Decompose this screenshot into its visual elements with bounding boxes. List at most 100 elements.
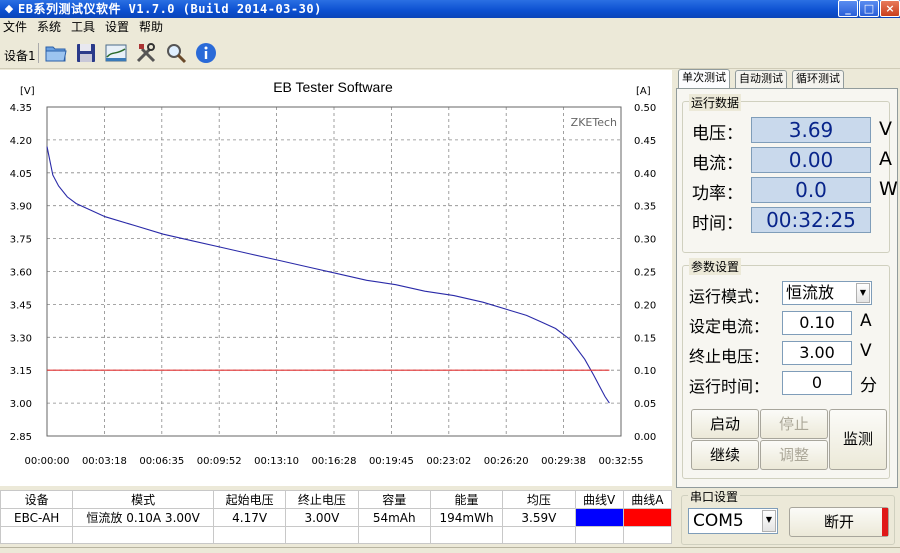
mode-label: 运行模式： <box>689 287 770 306</box>
power-unit: W <box>879 178 898 200</box>
col-mode: 模式 <box>72 490 214 509</box>
menu-settings[interactable]: 设置 <box>105 20 129 34</box>
adjust-button[interactable]: 调整 <box>760 440 828 470</box>
y-tick-left: 3.60 <box>10 268 32 279</box>
continue-button[interactable]: 继续 <box>691 440 759 470</box>
x-tick: 00:26:20 <box>484 456 529 467</box>
info-icon[interactable] <box>194 41 218 65</box>
y-tick-right: 0.35 <box>634 202 656 213</box>
y-tick-left: 4.20 <box>10 136 32 147</box>
x-tick: 00:19:45 <box>369 456 414 467</box>
chart-watermark: ZKETech <box>571 116 617 129</box>
port-value: COM5 <box>693 511 744 531</box>
params-group: 参数设置 运行模式： 恒流放 ▼ 设定电流： 0.10 A 终止电压： 3.00… <box>682 258 890 479</box>
run-time-unit: 分 <box>860 376 877 396</box>
y-tick-left: 4.05 <box>10 169 32 180</box>
chart-series <box>46 146 610 404</box>
disconnect-label: 断开 <box>823 513 854 531</box>
x-tick: 00:06:35 <box>139 456 184 467</box>
device-label[interactable]: 设备1 <box>4 47 36 64</box>
run-time-label: 运行时间： <box>689 377 770 396</box>
x-tick: 00:03:18 <box>82 456 127 467</box>
y-tick-right: 0.05 <box>634 399 656 410</box>
curve-v-color-swatch[interactable] <box>574 508 624 527</box>
tools-icon[interactable] <box>134 41 158 65</box>
mode-value: 恒流放 <box>786 283 835 302</box>
x-tick: 00:13:10 <box>254 456 299 467</box>
tab-page: 运行数据 电压： 3.69 V 电流： 0.00 A 功率： 0.0 W 时间：… <box>676 88 898 488</box>
start-button[interactable]: 启动 <box>691 409 759 439</box>
col-start-voltage: 起始电压 <box>212 490 287 509</box>
chart-ticks: 4.35 0.50 4.20 0.45 4.05 0.40 3.90 0.35 3.75 0.30… <box>10 103 657 467</box>
set-current-input[interactable]: 0.10 <box>782 311 852 335</box>
y-tick-right: 0.20 <box>634 300 656 311</box>
chart-view-icon[interactable] <box>104 41 128 65</box>
run-time-input[interactable]: 0 <box>782 371 852 395</box>
menu-help[interactable]: 帮助 <box>139 20 163 34</box>
col-end-voltage: 终止电压 <box>285 490 359 509</box>
cell-energy: 194mWh <box>429 508 504 527</box>
y-tick-left: 3.75 <box>10 235 32 246</box>
chart-title: EB Tester Software <box>273 79 393 95</box>
mode-select[interactable]: 恒流放 ▼ <box>782 281 872 305</box>
toolbar: 设备1 <box>0 37 900 69</box>
disconnect-button[interactable]: 断开 <box>789 507 889 537</box>
params-title: 参数设置 <box>689 258 742 275</box>
table-row[interactable]: EBC-AH 恒流放 0.10A 3.00V 4.17V 3.00V 54mAh… <box>0 508 673 527</box>
cell-avg-voltage: 3.59V <box>502 508 576 527</box>
menu-tools[interactable]: 工具 <box>71 20 95 34</box>
y-tick-right: 0.45 <box>634 136 656 147</box>
chevron-down-icon[interactable]: ▼ <box>856 283 870 303</box>
voltage-series-line <box>46 146 610 404</box>
menu-system[interactable]: 系统 <box>37 20 61 34</box>
run-data-group: 运行数据 电压： 3.69 V 电流： 0.00 A 功率： 0.0 W 时间：… <box>682 94 898 253</box>
tab-cycle-test[interactable]: 循环测试 <box>792 70 844 88</box>
y-tick-right: 0.25 <box>634 268 656 279</box>
curve-a-color-swatch[interactable] <box>622 508 673 527</box>
chart-grid <box>46 106 622 437</box>
close-button[interactable]: × <box>880 0 900 17</box>
end-voltage-unit: V <box>860 341 872 361</box>
power-label: 功率： <box>692 184 743 204</box>
current-label: 电流： <box>692 154 743 174</box>
chevron-down-icon[interactable]: ▼ <box>762 510 776 532</box>
col-curve-v: 曲线V <box>574 490 624 509</box>
tab-single-test[interactable]: 单次测试 <box>678 69 730 89</box>
title-bar: ◆ EB系列测试仪软件 V1.7.0 (Build 2014-03-30) _ … <box>0 0 900 18</box>
y-tick-left: 3.30 <box>10 333 32 344</box>
col-energy: 能量 <box>429 490 504 509</box>
stop-button[interactable]: 停止 <box>760 409 828 439</box>
power-value: 0.0 <box>751 177 871 203</box>
y-tick-left: 3.00 <box>10 399 32 410</box>
col-capacity: 容量 <box>357 490 431 509</box>
minimize-button[interactable]: _ <box>838 0 858 17</box>
menu-file[interactable]: 文件 <box>3 20 27 34</box>
y-tick-left: 3.45 <box>10 300 32 311</box>
tab-auto-test[interactable]: 自动测试 <box>735 70 787 88</box>
end-voltage-input[interactable]: 3.00 <box>782 341 852 365</box>
search-icon[interactable] <box>164 41 188 65</box>
x-tick: 00:09:52 <box>197 456 242 467</box>
y-tick-right: 0.30 <box>634 235 656 246</box>
port-select[interactable]: COM5 ▼ <box>688 508 778 534</box>
open-folder-icon[interactable] <box>44 41 68 65</box>
x-tick: 00:29:38 <box>541 456 586 467</box>
serial-group: 串口设置 COM5 ▼ 断开 <box>681 488 895 545</box>
toolbar-separator <box>38 43 39 63</box>
save-icon[interactable] <box>74 41 98 65</box>
cell-device: EBC-AH <box>0 508 74 527</box>
monitor-button[interactable]: 监测 <box>829 409 887 470</box>
cell-mode: 恒流放 0.10A 3.00V <box>72 508 214 527</box>
y-tick-left: 3.15 <box>10 366 32 377</box>
col-curve-a: 曲线A <box>622 490 673 509</box>
y-tick-right: 0.50 <box>634 103 656 114</box>
cell-capacity: 54mAh <box>357 508 431 527</box>
maximize-button[interactable]: □ <box>859 0 879 17</box>
table-header-row: 设备 模式 起始电压 终止电压 容量 能量 均压 曲线V 曲线A <box>0 490 673 509</box>
current-unit: A <box>879 148 892 170</box>
set-current-unit: A <box>860 311 872 331</box>
results-table: 设备 模式 起始电压 终止电压 容量 能量 均压 曲线V 曲线A EBC-AH … <box>0 490 673 544</box>
right-panel: 单次测试 自动测试 循环测试 运行数据 电压： 3.69 V 电流： 0.00 … <box>676 69 900 553</box>
x-tick: 00:00:00 <box>25 456 70 467</box>
end-voltage-label: 终止电压： <box>689 347 770 366</box>
